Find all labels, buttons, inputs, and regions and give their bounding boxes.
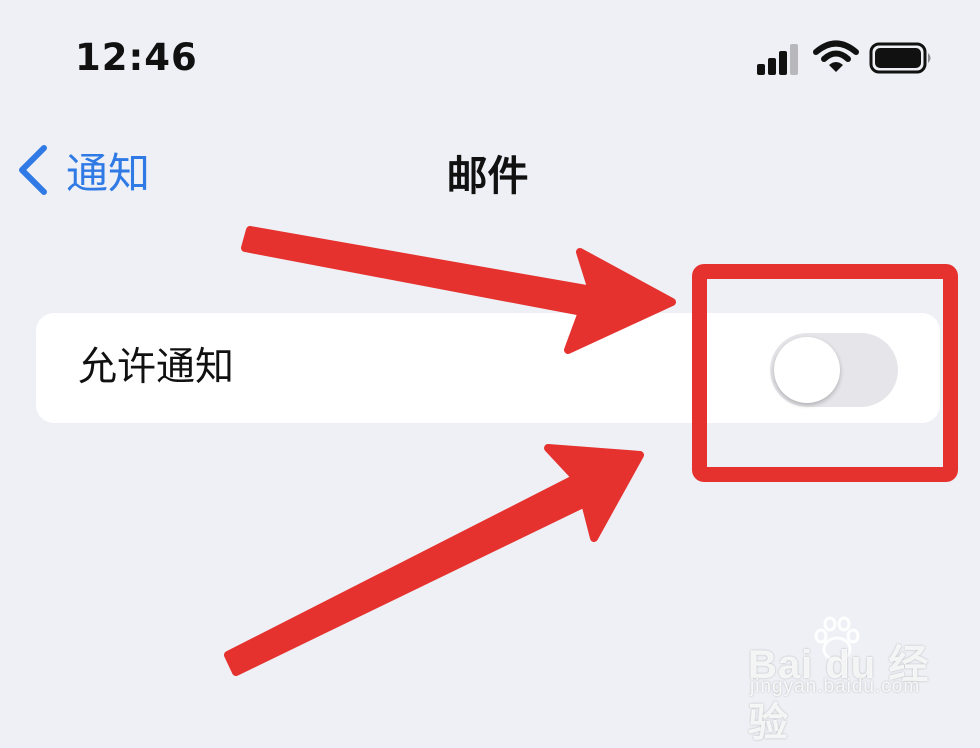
baidu-jingyan-watermark: Bai du 经验 jingyan.baidu.com [748,616,968,745]
toggle-knob [774,337,840,403]
allow-notifications-row: 允许通知 [36,313,940,423]
page-title: 邮件 [446,152,529,200]
status-icons [755,38,945,78]
status-time: 12:46 [75,36,198,79]
allow-notifications-toggle[interactable] [770,333,898,407]
wifi-icon [813,40,859,72]
battery-icon [869,42,931,74]
watermark-url: jingyan.baidu.com [750,676,921,697]
cellular-signal-icon [757,44,798,75]
allow-notifications-label: 允许通知 [78,345,235,390]
phone-screen: 12:46 通知 邮件 允许通知 Bai du 经验 jingyan.baidu… [0,0,980,745]
